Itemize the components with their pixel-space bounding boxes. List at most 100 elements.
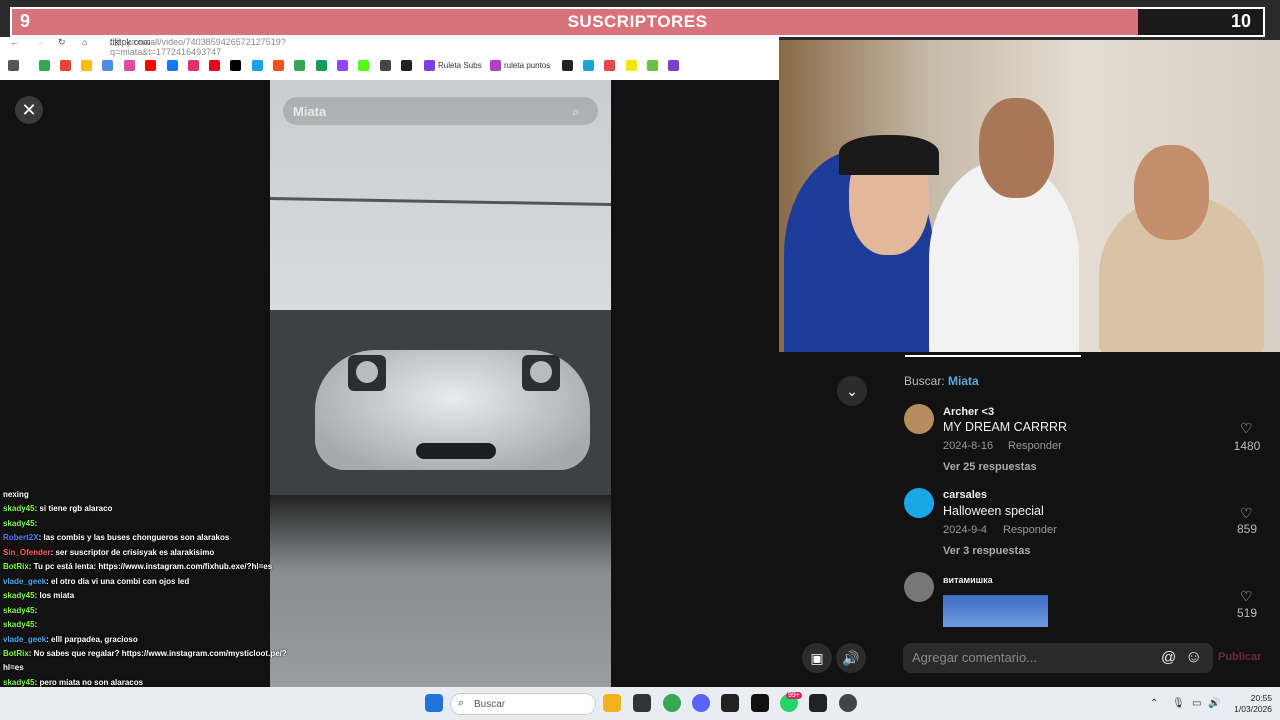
tiktok-icon[interactable] [230, 60, 241, 71]
ruleta-subs-icon[interactable] [424, 60, 435, 71]
microphone-icon[interactable]: 🎙 [1172, 698, 1185, 709]
ruleta-puntos-icon[interactable] [490, 60, 501, 71]
heart-icon[interactable]: ♡ [1240, 505, 1253, 522]
bookmark-ruleta-subs[interactable]: Ruleta Subs [438, 61, 482, 70]
obs-icon[interactable] [839, 694, 857, 712]
bookmark-icon[interactable] [647, 60, 658, 71]
publish-button[interactable]: Publicar [1218, 651, 1261, 663]
chat-username[interactable]: BotRix [3, 649, 29, 658]
instagram-icon[interactable] [188, 60, 199, 71]
bookmark-icon[interactable] [124, 60, 135, 71]
heart-icon[interactable]: ♡ [1240, 420, 1253, 437]
chat-username[interactable]: Robert2X [3, 533, 39, 542]
pip-icon[interactable]: ▣ [802, 643, 832, 673]
youtube-icon[interactable] [145, 60, 156, 71]
chat-username[interactable]: skady45 [3, 678, 35, 687]
person-middle-face [979, 98, 1054, 198]
file-explorer-icon[interactable] [603, 694, 621, 712]
tray-chevron-icon[interactable]: ⌃ [1150, 698, 1158, 709]
comment-image[interactable] [943, 595, 1048, 627]
reply-button[interactable]: Responder [1008, 440, 1062, 452]
chat-username[interactable]: skady45 [3, 591, 35, 600]
comments-tab-indicator [905, 355, 1081, 357]
chat-username[interactable]: skady45 [3, 519, 35, 528]
twitch-icon[interactable] [337, 60, 348, 71]
bookmark-icon[interactable] [401, 60, 412, 71]
url-path: /@pyroswall/video/7403859426572127519?q=… [110, 37, 286, 57]
volume-icon[interactable]: 🔊 [836, 643, 866, 673]
bookmark-icon[interactable] [562, 60, 573, 71]
chat-username[interactable]: vlade_geek [3, 635, 46, 644]
facebook-icon[interactable] [167, 60, 178, 71]
bookmark-icon[interactable] [583, 60, 594, 71]
chat-username[interactable]: skady45 [3, 620, 35, 629]
avatar[interactable] [904, 488, 934, 518]
heart-icon[interactable]: ♡ [1240, 588, 1253, 605]
browser-toolbar: ← → ↻ ⌂ tiktok.com/@pyroswall/video/7403… [0, 37, 779, 80]
chat-username[interactable]: skady45 [3, 606, 35, 615]
bookmark-icon[interactable] [626, 60, 637, 71]
chat-message: skady45: los miata [3, 591, 74, 600]
emoji-icon[interactable]: ☺ [1185, 647, 1202, 667]
close-icon[interactable]: ✕ [15, 96, 43, 124]
bookmark-icon[interactable] [252, 60, 263, 71]
chrome-icon[interactable] [663, 694, 681, 712]
mention-icon[interactable]: @ [1161, 649, 1176, 666]
bookmark-icon[interactable] [273, 60, 284, 71]
maps-icon[interactable] [316, 60, 327, 71]
bookmark-icon[interactable] [604, 60, 615, 71]
view-replies-button[interactable]: Ver 25 respuestas [943, 461, 1037, 473]
gmail-icon[interactable] [60, 60, 71, 71]
avatar[interactable] [904, 404, 934, 434]
video-player[interactable] [270, 80, 611, 687]
notion-icon[interactable] [751, 694, 769, 712]
bookmark-ruleta-puntos[interactable]: ruleta puntos [504, 61, 550, 70]
bookmark-icon[interactable] [294, 60, 305, 71]
chat-message-text: : No sabes que regalar? https://www.inst… [28, 649, 287, 658]
chat-username[interactable]: BotRix [3, 562, 29, 571]
start-icon[interactable] [425, 694, 443, 712]
comment-text: Halloween special [943, 504, 1044, 518]
bookmark-icon[interactable] [380, 60, 391, 71]
comment-username[interactable]: витамишка [943, 575, 993, 585]
chat-message: vlade_geek: elll parpadea, gracioso [3, 635, 138, 644]
drive-icon[interactable] [39, 60, 50, 71]
bookmark-icon[interactable] [81, 60, 92, 71]
bookmark-icon[interactable] [102, 60, 113, 71]
chat-message-text: hl=es [3, 663, 24, 672]
chat-username[interactable]: vlade_geek [3, 577, 46, 586]
search-icon[interactable]: ⌕ [572, 104, 579, 120]
capcut-icon[interactable] [721, 694, 739, 712]
chat-username[interactable]: skady45 [3, 504, 35, 513]
clock-time: 20:55 [1250, 693, 1272, 703]
discord-icon[interactable] [692, 694, 710, 712]
reply-button[interactable]: Responder [1003, 524, 1057, 536]
chat-username[interactable]: Sin_Ofender [3, 548, 51, 557]
chatgpt-icon[interactable] [633, 694, 651, 712]
forward-icon[interactable]: → [35, 37, 44, 47]
chat-message: BotRix: Tu pc está lenta: https://www.in… [3, 562, 272, 571]
back-icon[interactable]: ← [10, 37, 19, 47]
reload-icon[interactable]: ↻ [58, 37, 66, 48]
search-icon: ⌕ [458, 697, 465, 709]
taskbar-search[interactable] [450, 693, 596, 715]
comment-username[interactable]: Archer <3 [943, 406, 994, 418]
search-input[interactable] [283, 97, 598, 125]
volume-icon[interactable]: 🔊 [1208, 698, 1220, 709]
pinterest-icon[interactable] [209, 60, 220, 71]
capcut-icon[interactable] [809, 694, 827, 712]
bookmark-icon[interactable] [668, 60, 679, 71]
webcam-overlay [779, 40, 1280, 352]
cursor-hand-icon[interactable]: ⌄ [837, 376, 867, 406]
apps-icon[interactable] [8, 60, 19, 71]
network-icon[interactable]: ▭ [1192, 698, 1201, 709]
view-replies-button[interactable]: Ver 3 respuestas [943, 545, 1030, 557]
kick-icon[interactable] [358, 60, 369, 71]
home-icon[interactable]: ⌂ [82, 37, 87, 47]
taskbar-clock[interactable]: 20:55 1/03/2026 [1226, 693, 1272, 715]
chat-message-text: : los miata [34, 591, 75, 600]
chat-message: skady45: [3, 606, 37, 615]
comment-username[interactable]: carsales [943, 489, 987, 501]
avatar[interactable] [904, 572, 934, 602]
search-suggestion[interactable]: Buscar: Miata [904, 374, 979, 388]
